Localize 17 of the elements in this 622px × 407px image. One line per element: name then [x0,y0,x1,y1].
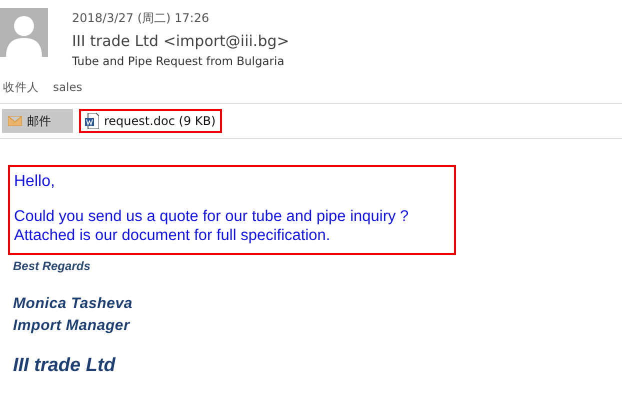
greeting: Hello, [14,173,56,191]
recipient-label: 收件人 [3,80,39,95]
signature-name: Monica Tasheva [13,294,134,314]
document-icon [85,113,99,129]
body-text: Attached is our document for full specification. [14,226,332,245]
body-text: Could you send us a quote for our tube and pipe inquiry ? [14,207,410,226]
sender: III trade Ltd <import@iii.bg> [72,32,290,52]
signature-company: III trade Ltd [13,355,117,377]
envelope-icon [8,116,22,126]
attachment-tab[interactable]: request.doc (9 KB) [79,109,222,133]
subject: Tube and Pipe Request from Bulgaria [72,54,286,68]
avatar-icon [0,8,48,57]
closing: Best Regards [13,259,92,273]
message-date: 2018/3/27 (周二) 17:26 [72,10,210,27]
message-tab[interactable]: 邮件 [2,109,73,133]
signature-title: Import Manager [13,316,132,336]
recipient: sales [53,80,82,95]
